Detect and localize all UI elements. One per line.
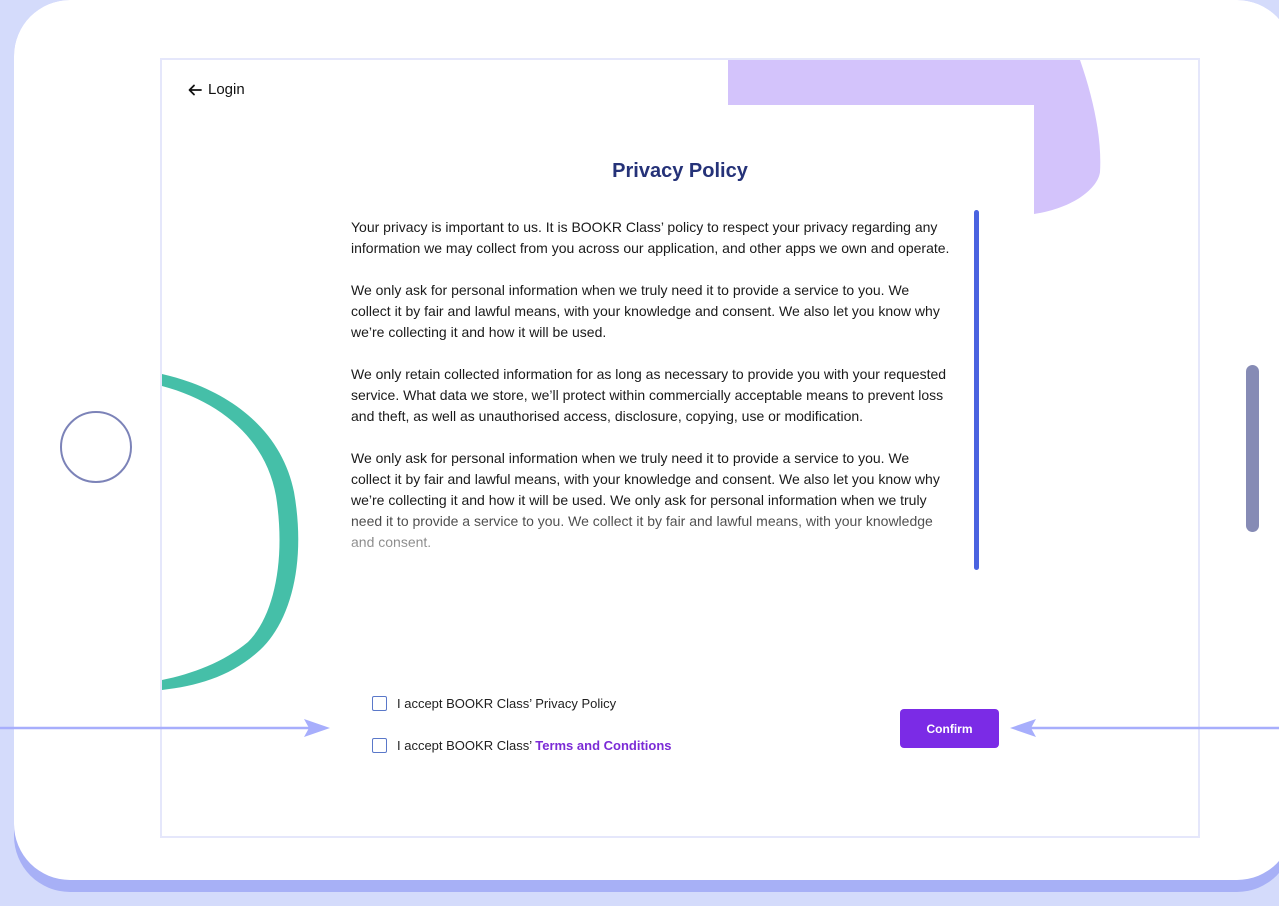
back-label: Login	[208, 81, 245, 98]
terms-checkbox[interactable]	[372, 738, 387, 753]
scrollbar-thumb[interactable]	[974, 210, 979, 570]
app-screen: Login Privacy Policy Your privacy is imp…	[160, 58, 1200, 838]
privacy-consent-row: I accept BOOKR Class’ Privacy Policy	[372, 696, 616, 711]
lavender-shape	[728, 60, 1101, 214]
teal-arc-shape	[162, 374, 299, 690]
device-side-button	[1246, 365, 1259, 532]
privacy-consent-label: I accept BOOKR Class’ Privacy Policy	[397, 696, 617, 711]
page-title: Privacy Policy	[612, 160, 748, 182]
policy-text-scroll-area[interactable]: Your privacy is important to us. It is B…	[351, 217, 951, 571]
home-button-icon[interactable]	[60, 411, 132, 483]
terms-consent-label: I accept BOOKR Class’ Terms and Conditio…	[397, 738, 672, 753]
back-to-login-link[interactable]: Login	[188, 81, 245, 98]
arrow-left-icon	[188, 84, 202, 95]
privacy-policy-checkbox[interactable]	[372, 696, 387, 711]
policy-paragraph-4: We only ask for personal information whe…	[351, 450, 940, 550]
policy-scrollbar[interactable]	[974, 210, 979, 570]
tablet-device: Login Privacy Policy Your privacy is imp…	[14, 0, 1279, 880]
policy-paragraph-3: We only retain collected information for…	[351, 366, 947, 424]
confirm-button[interactable]: Confirm	[900, 709, 999, 748]
terms-and-conditions-link[interactable]: Terms and Conditions	[535, 738, 671, 753]
policy-paragraph-2: We only ask for personal information whe…	[351, 282, 940, 340]
policy-paragraph-1: Your privacy is important to us. It is B…	[351, 219, 950, 256]
terms-consent-row: I accept BOOKR Class’ Terms and Conditio…	[372, 738, 672, 753]
terms-prefix: I accept BOOKR Class’	[397, 738, 536, 753]
